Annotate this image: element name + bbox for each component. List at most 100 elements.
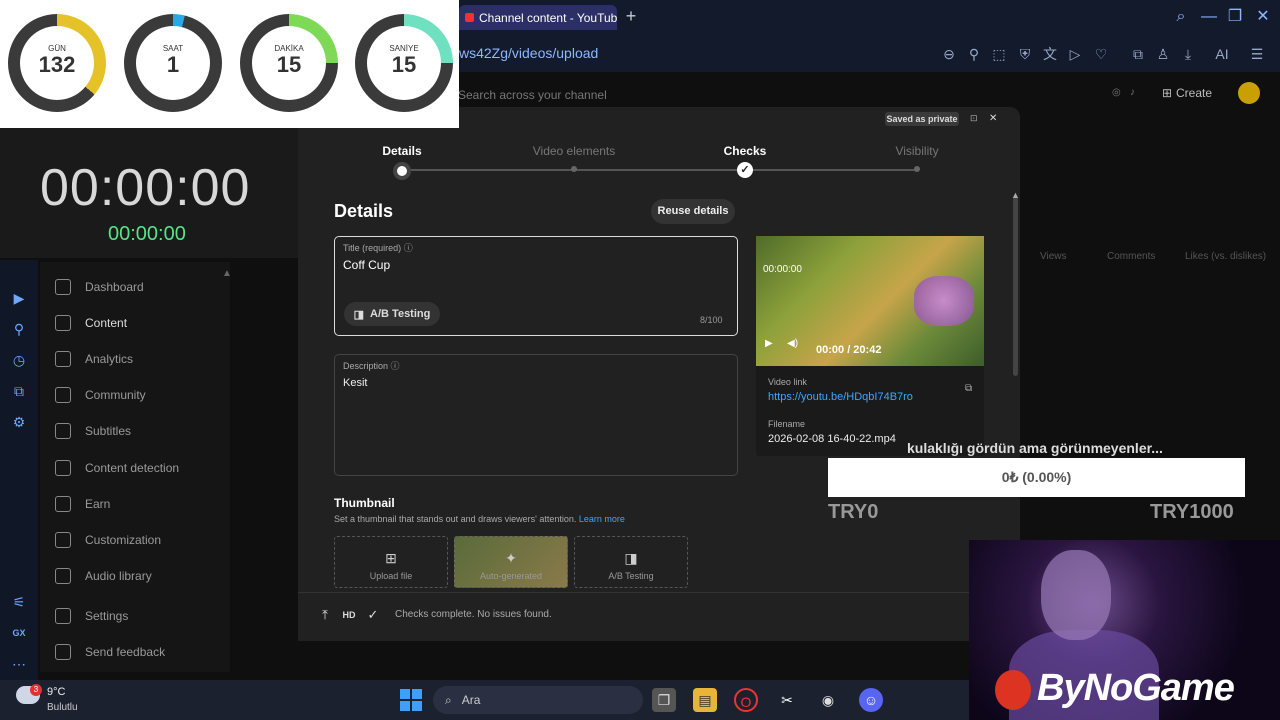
taskbar-search[interactable]: ⌕ Ara [433, 686, 643, 714]
column-likes[interactable]: Likes (vs. dislikes) [1185, 251, 1266, 262]
player-icon[interactable]: ▶ [9, 288, 29, 308]
sidebar-item-audio-library[interactable]: Audio library [55, 562, 225, 590]
upload-icon: ⤒ [322, 607, 328, 622]
volume-icon[interactable]: ◀) [787, 338, 798, 349]
file-explorer-icon[interactable]: ▤ [693, 688, 717, 712]
thumb-opt-label: Upload file [369, 571, 413, 581]
dollar-icon [55, 496, 71, 512]
nav-label: Customization [85, 533, 162, 547]
ab-testing-thumbnail-button[interactable]: ◨ A/B Testing [574, 536, 688, 588]
sidebar-item-earn[interactable]: Earn [55, 490, 225, 518]
task-view-icon[interactable]: ❐ [652, 688, 676, 712]
weather-temperature[interactable]: 9°C [47, 686, 65, 698]
step-details[interactable]: Details [342, 144, 462, 158]
channel-search-input[interactable]: Search across your channel [458, 88, 607, 102]
help-icon[interactable]: ◎ [1112, 87, 1121, 98]
heart-icon[interactable]: ♡ [1091, 44, 1111, 64]
learn-more-link[interactable]: Learn more [579, 514, 625, 524]
weather-condition[interactable]: Bulutlu [47, 702, 78, 713]
create-button[interactable]: ⊞ Create [1152, 82, 1222, 104]
ai-button[interactable]: AI [1206, 44, 1238, 64]
sidebar-item-content[interactable]: Content [55, 309, 225, 337]
sidebar-item-send-feedback[interactable]: Send feedback [55, 638, 225, 666]
step-video-elements[interactable]: Video elements [514, 144, 634, 158]
settings-icon[interactable]: ⚙ [9, 412, 29, 432]
sidebar-item-dashboard[interactable]: Dashboard [55, 273, 225, 301]
video-link[interactable]: https://youtu.be/HDqbI74B7ro [768, 391, 913, 403]
donation-min: TRY0 [828, 501, 879, 523]
countdown-ring-minutes: DAKİKA 15 [240, 14, 338, 112]
thumbnail-subtitle: Set a thumbnail that stands out and draw… [334, 514, 625, 524]
logo-text: ByNoGame [1037, 667, 1235, 709]
bell-icon[interactable]: ♪ [1130, 87, 1135, 98]
windows-start-icon[interactable] [400, 689, 422, 711]
help-icon[interactable]: ⓘ [391, 361, 400, 371]
copy-icon[interactable]: ⧉ [965, 383, 972, 394]
sidebar-item-community[interactable]: Community [55, 381, 225, 409]
nav-label: Content [85, 316, 128, 330]
subtitles-icon [55, 423, 71, 439]
column-comments[interactable]: Comments [1107, 251, 1155, 262]
snapshot-icon[interactable]: ⬚ [989, 44, 1009, 64]
feedback-icon[interactable]: ⊡ [970, 113, 978, 124]
tab-title: Channel content - YouTube [479, 10, 617, 25]
profile-icon[interactable]: ♙ [1153, 44, 1173, 64]
more-icon[interactable]: ⋯ [9, 654, 29, 674]
analytics-icon [55, 351, 71, 367]
check-icon: ✓ [737, 162, 753, 178]
download-icon[interactable]: ⤓ [1178, 44, 1198, 64]
address-bar[interactable]: ws42Zg/videos/upload [459, 45, 598, 61]
menu-icon[interactable]: ☰ [1247, 44, 1267, 64]
sidebar-item-content-detection[interactable]: Content detection [55, 454, 225, 482]
new-tab-button[interactable]: + [622, 6, 640, 26]
close-window-icon[interactable]: ✕ [1252, 6, 1274, 28]
footer-status-text: Checks complete. No issues found. [395, 609, 552, 620]
countdown-ring-seconds: SANİYE 15 [355, 14, 453, 112]
nav-label: Dashboard [85, 280, 144, 294]
avatar[interactable] [1238, 82, 1260, 104]
logo-mark [995, 669, 1031, 710]
gx-icon[interactable]: GX [9, 623, 29, 643]
gx-control-icon[interactable]: ⚟ [9, 592, 29, 612]
description-field[interactable] [334, 354, 738, 476]
play-icon[interactable]: ▶ [765, 338, 773, 349]
extensions-icon[interactable]: ⧉ [9, 381, 29, 401]
dialog-scrollbar[interactable] [1013, 196, 1018, 376]
capcut-icon[interactable]: ✂ [775, 688, 799, 712]
sidebar-item-settings[interactable]: Settings [55, 602, 225, 630]
discord-icon[interactable]: ☺ [859, 688, 883, 712]
ring-value: 1 [166, 52, 180, 77]
obs-icon[interactable]: ◉ [816, 688, 840, 712]
shield-icon[interactable]: ⛨ [1015, 44, 1035, 64]
sidebar-item-customization[interactable]: Customization [55, 526, 225, 554]
close-icon[interactable]: ✕ [989, 113, 997, 124]
column-views[interactable]: Views [1040, 251, 1067, 262]
video-timestamp: 00:00 / 20:42 [816, 344, 882, 356]
translate-icon[interactable]: 文 [1040, 44, 1060, 64]
auto-generated-thumbnail-button[interactable]: ✦ Auto-generated [454, 536, 568, 588]
opera-gx-icon[interactable]: O [734, 688, 758, 712]
pin-icon[interactable]: ⚲ [9, 319, 29, 339]
description-value[interactable]: Kesit [343, 377, 367, 389]
step-pending-indicator [914, 166, 920, 172]
zoom-out-icon[interactable]: ⊖ [939, 44, 959, 64]
sidebar-item-analytics[interactable]: Analytics [55, 345, 225, 373]
scroll-up-icon[interactable]: ▲ [1011, 190, 1020, 200]
step-visibility[interactable]: Visibility [857, 144, 977, 158]
reuse-details-button[interactable]: Reuse details [651, 199, 735, 224]
pin-icon[interactable]: ⚲ [964, 44, 984, 64]
restore-icon[interactable]: ❐ [1224, 6, 1246, 28]
extensions-icon[interactable]: ⧉ [1128, 44, 1148, 64]
history-icon[interactable]: ◷ [9, 350, 29, 370]
countdown-ring-days: GÜN 132 [8, 14, 106, 112]
play-icon[interactable]: ▷ [1065, 44, 1085, 64]
sidebar-item-subtitles[interactable]: Subtitles [55, 417, 225, 445]
browser-tab[interactable]: Channel content - YouTube [459, 5, 617, 30]
ab-testing-button[interactable]: ◨ A/B Testing [344, 302, 440, 326]
title-value[interactable]: Coff Cup [343, 258, 390, 272]
upload-thumbnail-button[interactable]: ⊞ Upload file [334, 536, 448, 588]
step-checks[interactable]: Checks [685, 144, 805, 158]
help-icon[interactable]: ⓘ [404, 243, 413, 253]
minimize-icon[interactable]: — [1198, 6, 1220, 28]
search-icon[interactable]: ⌕ [1170, 6, 1192, 28]
